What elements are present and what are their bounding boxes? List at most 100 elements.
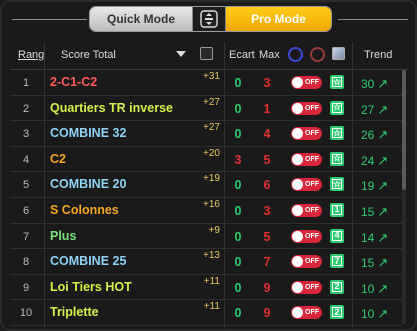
pro-mode-button[interactable]: Pro Mode: [226, 7, 331, 31]
toggle-knob: [292, 128, 303, 140]
strategy-name[interactable]: Loi Tiers HOT: [50, 280, 132, 294]
table-row[interactable]: 9 Loi Tiers HOT +11 0 9 OFF 2 10 ↗: [10, 275, 402, 301]
toggle-off-switch[interactable]: OFF: [291, 255, 322, 269]
rank-cell: 10: [19, 307, 33, 320]
star-icon[interactable]: ☆: [330, 126, 344, 141]
toggle-knob: [292, 230, 303, 242]
table-row[interactable]: 5 COMBINE 20 +19 0 6 OFF ☆ 19 ↗: [10, 172, 402, 198]
rank-cell: 3: [22, 128, 30, 141]
divider: [338, 19, 408, 20]
table-row[interactable]: 6 S Colonnes +16 0 3 OFF 1 15 ↗: [10, 198, 402, 224]
toggle-label: OFF: [305, 79, 319, 86]
rang-header[interactable]: Rang: [18, 49, 44, 61]
number-badge[interactable]: 1: [330, 202, 344, 217]
star-icon[interactable]: ☆: [330, 75, 344, 89]
max-value: 7: [263, 255, 271, 270]
toggle-label: OFF: [305, 283, 319, 291]
toggle-off-switch[interactable]: OFF: [291, 76, 322, 89]
badge-label: 2: [332, 307, 342, 318]
toggle-off-switch[interactable]: OFF: [291, 178, 322, 192]
trend-cell: 15 ↗: [361, 204, 388, 220]
star-icon[interactable]: ☆: [330, 151, 344, 166]
badge-label: ☆: [332, 127, 342, 139]
ecart-value: 0: [234, 101, 242, 116]
number-badge[interactable]: 4: [330, 228, 344, 243]
trend-cell: 15 ↗: [361, 255, 388, 271]
toggle-off-switch[interactable]: OFF: [291, 127, 322, 141]
strategy-name[interactable]: 2-C1-C2: [50, 75, 97, 89]
blue-circle-icon[interactable]: [288, 47, 303, 62]
chevron-down-icon[interactable]: [176, 51, 186, 57]
toggle-off-switch[interactable]: OFF: [291, 306, 322, 320]
strategy-name[interactable]: Triplette: [50, 305, 99, 319]
max-value: 3: [263, 76, 271, 90]
trend-value: 26: [361, 128, 375, 143]
ecart-value: 0: [234, 229, 242, 244]
toggle-knob: [292, 281, 303, 293]
quick-mode-button[interactable]: Quick Mode: [90, 7, 192, 31]
trend-value: 30: [361, 77, 375, 91]
ecart-value: 3: [234, 152, 242, 167]
strategy-name[interactable]: Quartiers TR inverse: [50, 101, 173, 115]
toggle-knob: [292, 102, 303, 114]
score-delta: +16: [203, 198, 220, 210]
arrow-up-right-icon: ↗: [377, 101, 389, 117]
table-row[interactable]: 8 COMBINE 25 +13 0 7 OFF 7 15 ↗: [10, 249, 402, 275]
ecart-value: 0: [234, 127, 242, 142]
table-row[interactable]: 7 Plus +9 0 5 OFF 4 14 ↗: [10, 224, 402, 250]
number-badge[interactable]: 2: [330, 305, 344, 320]
rank-cell: 2: [22, 102, 30, 115]
trend-value: 15: [361, 256, 375, 271]
ecart-header: Ecart: [229, 49, 255, 61]
toggle-knob: [292, 307, 303, 319]
table-row[interactable]: 3 COMBINE 32 +27 0 4 OFF ☆ 26 ↗: [10, 121, 402, 147]
table-row[interactable]: 10 Triplette +11 0 9 OFF 2 10 ↗: [10, 300, 402, 326]
switch-mode-icon: [200, 10, 218, 28]
max-header: Max: [259, 49, 280, 61]
strategy-name[interactable]: COMBINE 25: [50, 254, 126, 268]
max-value: 5: [263, 152, 271, 167]
scrollbar[interactable]: [402, 70, 406, 324]
max-value: 4: [263, 127, 271, 142]
strategy-name[interactable]: Plus: [50, 229, 76, 243]
star-icon[interactable]: ☆: [330, 177, 344, 192]
rank-cell: 6: [22, 204, 30, 217]
toggle-off-switch[interactable]: OFF: [291, 280, 322, 294]
ecart-value: 0: [234, 76, 242, 90]
badge-label: 4: [332, 230, 342, 241]
strategy-name[interactable]: C2: [50, 152, 66, 166]
badge-label: ☆: [332, 178, 342, 190]
select-all-checkbox[interactable]: [200, 47, 213, 60]
score-total-header[interactable]: Score Total: [61, 49, 116, 61]
max-value: 3: [263, 203, 271, 218]
mode-toggle-button[interactable]: [192, 7, 226, 31]
toggle-off-switch[interactable]: OFF: [291, 203, 322, 217]
table-row[interactable]: 1 2-C1-C2 +31 0 3 OFF ☆ 30 ↗: [10, 70, 402, 96]
table-row[interactable]: 2 Quartiers TR inverse +27 0 1 OFF ☆ 27 ↗: [10, 96, 402, 122]
toggle-off-switch[interactable]: OFF: [291, 229, 322, 243]
ecart-value: 0: [234, 255, 242, 270]
strategy-name[interactable]: COMBINE 32: [50, 126, 126, 140]
trend-value: 19: [361, 179, 375, 194]
toggle-off-switch[interactable]: OFF: [291, 152, 322, 166]
score-delta: +27: [203, 122, 220, 134]
toggle-label: OFF: [305, 155, 319, 163]
number-badge[interactable]: 7: [330, 254, 344, 269]
strategy-name[interactable]: COMBINE 20: [50, 177, 126, 191]
toggle-label: OFF: [305, 130, 319, 138]
arrow-up-right-icon: ↗: [377, 127, 389, 143]
star-icon[interactable]: ☆: [330, 100, 344, 115]
max-value: 6: [263, 178, 271, 193]
trend-cell: 10 ↗: [361, 306, 388, 322]
table-header: Rang Score Total Ecart Max Trend: [10, 42, 408, 70]
scrollbar-thumb[interactable]: [402, 70, 406, 190]
strategy-name[interactable]: S Colonnes: [50, 203, 119, 217]
trend-value: 27: [361, 102, 375, 117]
red-circle-icon[interactable]: [310, 47, 325, 62]
trend-cell: 30 ↗: [361, 76, 388, 92]
number-badge[interactable]: 2: [330, 279, 344, 294]
table-row[interactable]: 4 C2 +20 3 5 OFF ☆ 24 ↗: [10, 147, 402, 173]
rank-cell: 1: [22, 77, 30, 89]
color-square-icon[interactable]: [332, 47, 345, 60]
toggle-off-switch[interactable]: OFF: [291, 101, 322, 115]
